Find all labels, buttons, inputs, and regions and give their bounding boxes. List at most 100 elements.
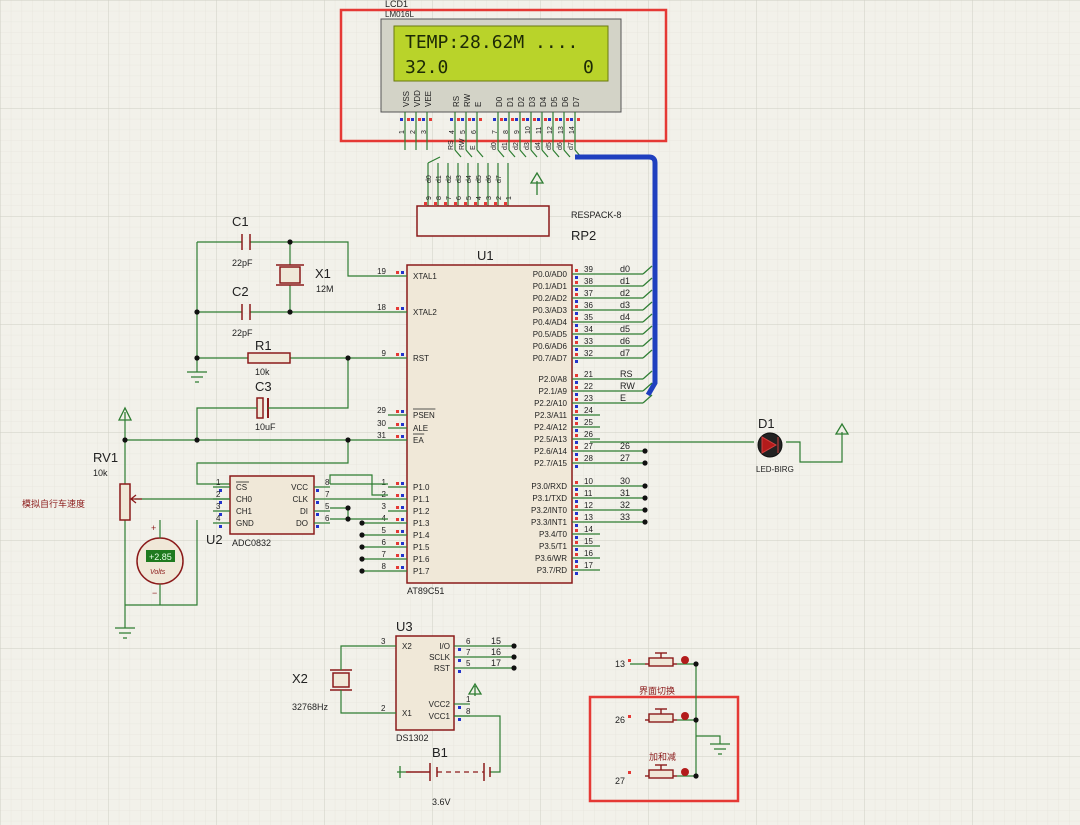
- schematic-canvas[interactable]: LCD1 LM016L TEMP:28.62M .... 32.0 0 VSS 1…: [0, 0, 1080, 825]
- pin-dot: [575, 405, 578, 408]
- rp2-pin-number: 3: [486, 196, 493, 200]
- u1-pin-number: 34: [584, 325, 593, 334]
- u2-ref: U2: [206, 532, 223, 547]
- pin-dot: [575, 481, 578, 484]
- lcd-line2-left: 32.0: [405, 57, 448, 78]
- u1-net-label: 30: [620, 476, 630, 486]
- u1-pin-number: 37: [584, 289, 593, 298]
- pin-dot: [500, 118, 503, 121]
- button-led-dot: [681, 768, 689, 776]
- pin-dot: [396, 353, 399, 356]
- pin-dot: [396, 518, 399, 521]
- lcd-pin-number: 8: [503, 130, 510, 134]
- junction: [511, 665, 517, 671]
- pin-dot: [458, 718, 461, 721]
- junction: [359, 544, 365, 550]
- junction: [693, 773, 699, 779]
- u3-pin-name: VCC2: [429, 700, 451, 709]
- pin-dot: [575, 336, 578, 339]
- pin-dot: [575, 293, 578, 296]
- pin-dot: [479, 118, 482, 121]
- pin-dot: [511, 118, 514, 121]
- junction: [642, 507, 648, 513]
- rp2-pin-number: 6: [456, 196, 463, 200]
- rp2-net-label: d3: [456, 175, 463, 183]
- u3-pin-number: 8: [466, 707, 471, 716]
- u1-pin-name: P0.5/AD5: [533, 330, 568, 339]
- u2-pin-name: VCC: [291, 483, 308, 492]
- lcd-pin-label: D7: [572, 96, 581, 107]
- pin-dot: [396, 494, 399, 497]
- pin-dot: [575, 446, 578, 449]
- u1-pin-name: P1.5: [413, 543, 430, 552]
- pin-dot: [526, 118, 529, 121]
- pin-dot: [575, 276, 578, 279]
- u1-pin-name: P3.6/WR: [535, 554, 567, 563]
- u1-pin-number: 12: [584, 501, 593, 510]
- pin-dot: [316, 513, 319, 516]
- x2-ref: X2: [292, 671, 308, 686]
- u1-pin-name: P2.1/A9: [539, 387, 568, 396]
- svg-text:+: +: [151, 523, 156, 533]
- junction: [642, 460, 648, 466]
- lcd-net-label: RS: [448, 140, 455, 150]
- lcd-pin-label: VDD: [413, 90, 422, 107]
- u1-net-label: d7: [620, 348, 630, 358]
- u1-pin-number: 30: [377, 419, 386, 428]
- u1-pin-name: P2.2/A10: [534, 399, 567, 408]
- button-led-dot: [681, 712, 689, 720]
- lcd-pin-number: 7: [492, 130, 499, 134]
- pin-dot: [575, 541, 578, 544]
- junction: [194, 355, 200, 361]
- pin-dot: [575, 434, 578, 437]
- rp2-pin-number: 9: [426, 196, 433, 200]
- pin-dot: [454, 202, 457, 205]
- rp2-net-label: d7: [496, 175, 503, 183]
- u1-net-label: d0: [620, 264, 630, 274]
- u1-net-label: d1: [620, 276, 630, 286]
- lcd-pin-label: RW: [463, 93, 472, 107]
- u1-pin-name: P2.5/A13: [534, 435, 567, 444]
- rv1-value: 10k: [93, 468, 108, 478]
- pin-dot: [468, 118, 471, 121]
- pin-dot: [401, 494, 404, 497]
- rv1-label: 模拟自行车速度: [22, 498, 85, 509]
- pin-dot: [316, 525, 319, 528]
- pin-dot: [396, 271, 399, 274]
- r1-value: 10k: [255, 367, 270, 377]
- pin-dot: [396, 435, 399, 438]
- lcd-line1: TEMP:28.62M ....: [405, 32, 578, 53]
- pin-dot: [458, 670, 461, 673]
- junction: [359, 556, 365, 562]
- u1-pin-name: P3.5/T1: [539, 542, 568, 551]
- lcd-pin-number: 12: [547, 126, 554, 134]
- lcd-pin-label: D6: [561, 96, 570, 107]
- lcd-pin-label: RS: [452, 96, 461, 107]
- pin-dot: [424, 202, 427, 205]
- pin-dot: [494, 202, 497, 205]
- u2-pin-name: CLK: [292, 495, 308, 504]
- u1-pin-number: 13: [584, 513, 593, 522]
- pin-dot: [396, 554, 399, 557]
- lcd-pin-label: D4: [539, 96, 548, 107]
- voltmeter-reading: +2.85: [149, 552, 172, 562]
- u1-pin-number: 23: [584, 394, 593, 403]
- pin-dot: [537, 118, 540, 121]
- u1-pin-number: 19: [377, 267, 386, 276]
- u1-pin-number: 21: [584, 370, 593, 379]
- b1-ref: B1: [432, 745, 448, 760]
- u1-pin-name: P0.0/AD0: [533, 270, 568, 279]
- rv1-ref: RV1: [93, 450, 118, 465]
- button1-net: 13: [615, 659, 625, 669]
- lcd-pin-label: D1: [506, 96, 515, 107]
- pin-dot: [575, 553, 578, 556]
- u1-pin-number: 22: [584, 382, 593, 391]
- pin-dot: [458, 706, 461, 709]
- u1-pin-number: 8: [382, 562, 387, 571]
- u1-net-label: 27: [620, 453, 630, 463]
- u1-pin-name: P3.2/INT0: [531, 506, 568, 515]
- pin-dot: [575, 465, 578, 468]
- pin-dot: [570, 118, 573, 121]
- pin-dot: [575, 572, 578, 575]
- pin-dot: [559, 118, 562, 121]
